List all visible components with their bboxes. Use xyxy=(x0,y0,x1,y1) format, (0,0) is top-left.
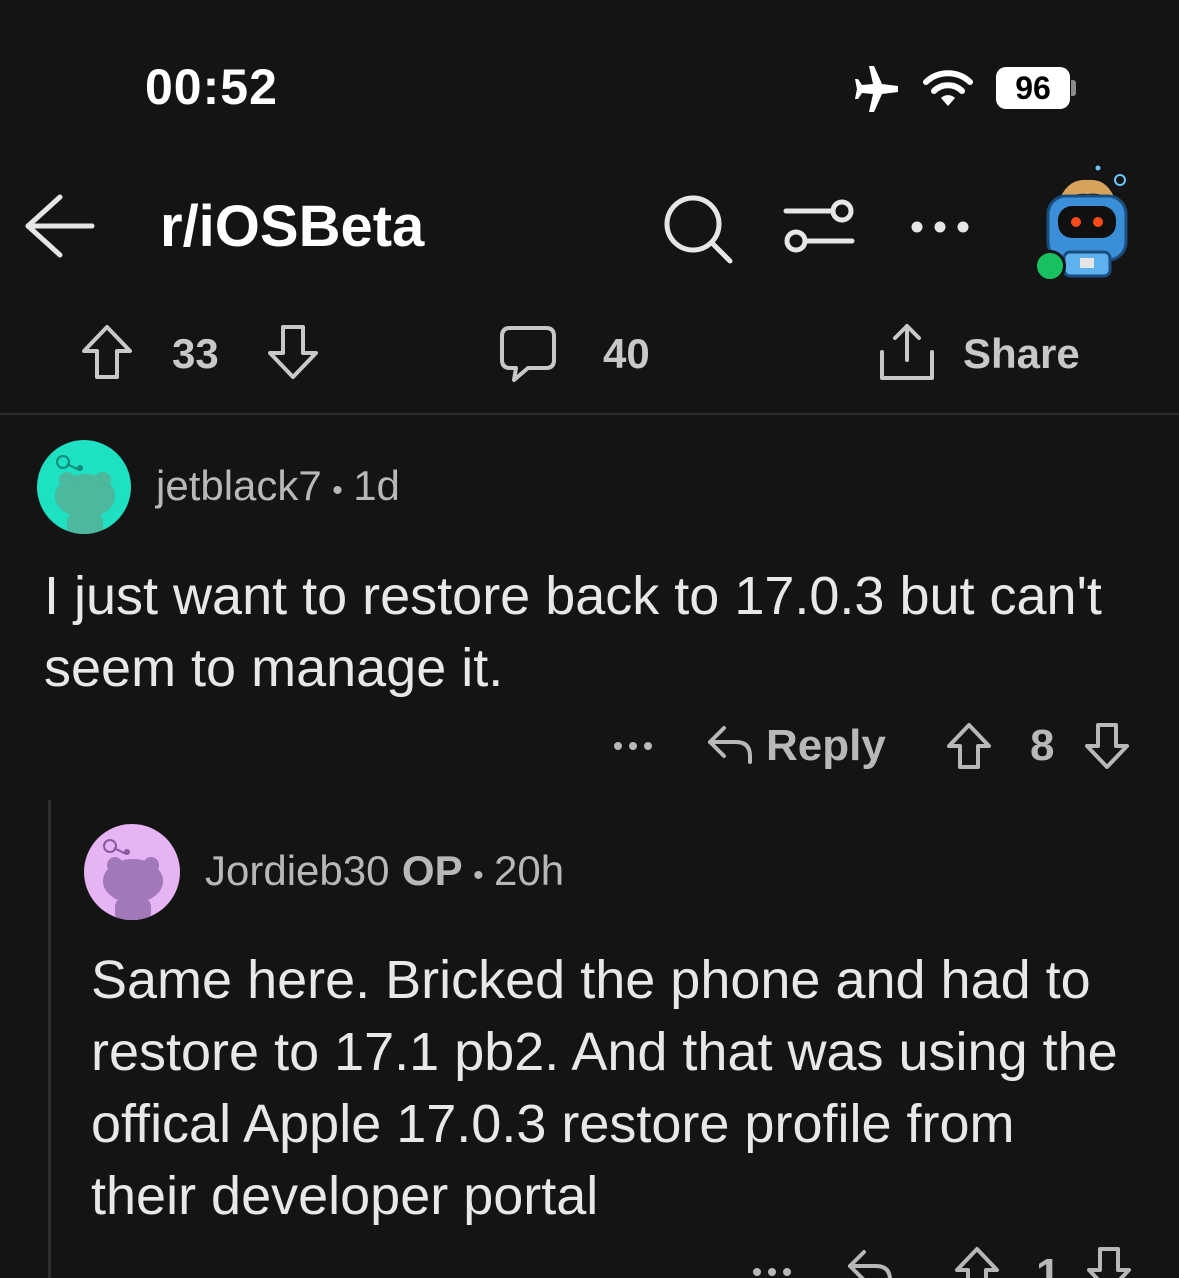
subreddit-title[interactable]: r/iOSBeta xyxy=(160,193,424,260)
share-label[interactable]: Share xyxy=(963,330,1080,378)
upvote-icon[interactable] xyxy=(80,323,134,381)
username[interactable]: Jordieb30 xyxy=(205,847,389,894)
online-status-dot xyxy=(1034,250,1066,282)
airplane-icon xyxy=(852,66,902,112)
post-vote-count: 33 xyxy=(172,330,219,377)
comment-vote-count: 1 xyxy=(1036,1250,1061,1278)
comment-count: 40 xyxy=(603,330,650,377)
comment-icon[interactable] xyxy=(498,324,558,384)
avatar[interactable] xyxy=(37,440,131,534)
username[interactable]: jetblack7 xyxy=(156,462,322,509)
share-icon[interactable] xyxy=(876,322,938,384)
comment-more-button[interactable] xyxy=(613,740,653,752)
op-badge: OP xyxy=(401,847,463,894)
battery-tip xyxy=(1071,80,1076,96)
back-arrow-icon[interactable] xyxy=(24,193,96,259)
reply-button[interactable]: Reply xyxy=(766,721,886,771)
downvote-icon[interactable] xyxy=(266,323,320,381)
comment-upvote-icon[interactable] xyxy=(954,1246,1000,1278)
thread-line[interactable] xyxy=(48,800,51,1278)
comment-downvote-icon[interactable] xyxy=(1084,722,1130,770)
reply-icon[interactable] xyxy=(846,1248,894,1278)
wifi-icon xyxy=(922,68,974,108)
avatar[interactable] xyxy=(84,824,180,920)
comment-upvote-icon[interactable] xyxy=(946,722,992,770)
comment-meta: jetblack7 • 1d xyxy=(156,462,400,510)
comment-meta: Jordieb30 OP • 20h xyxy=(205,847,564,895)
comment-age: 20h xyxy=(494,847,565,894)
comment-more-button[interactable] xyxy=(752,1266,792,1278)
status-time: 00:52 xyxy=(145,59,278,115)
comment-age: 1d xyxy=(353,462,400,509)
divider xyxy=(0,413,1179,415)
comment-vote-count: 8 xyxy=(1030,721,1055,770)
comment-body: Same here. Bricked the phone and had to … xyxy=(91,950,1118,1226)
more-icon[interactable] xyxy=(910,220,970,234)
reply-icon[interactable] xyxy=(706,724,754,766)
search-icon[interactable] xyxy=(662,193,734,265)
filter-icon[interactable] xyxy=(782,197,856,257)
comment-downvote-icon[interactable] xyxy=(1086,1246,1132,1278)
comment-body: I just want to restore back to 17.0.3 bu… xyxy=(44,566,1102,698)
separator-dot: • xyxy=(332,474,343,507)
battery-icon: 96 xyxy=(996,67,1070,109)
separator-dot: • xyxy=(473,859,484,892)
